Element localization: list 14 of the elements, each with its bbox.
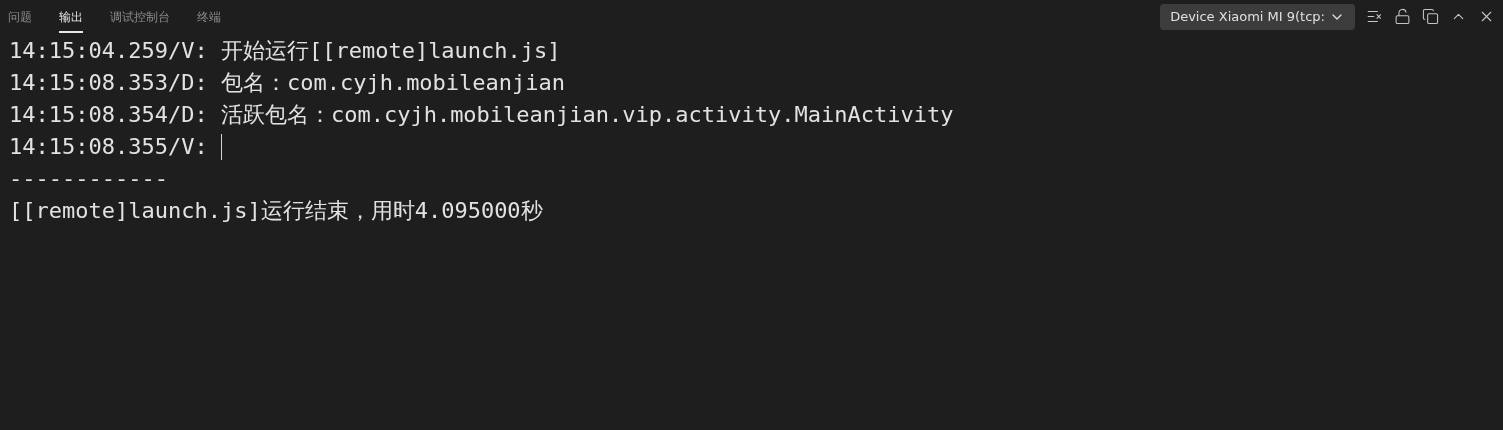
copy-icon[interactable] (1422, 8, 1439, 25)
log-line: 14:15:08.355/V: (9, 133, 209, 161)
log-line: 14:15:08.353/D: 包名：com.cyjh.mobileanjian (9, 69, 566, 97)
device-select[interactable]: Device Xiaomi MI 9(tcp: (1160, 3, 1355, 30)
panel-tab[interactable]: 终端 (197, 0, 221, 33)
unlock-icon[interactable] (1394, 8, 1411, 25)
log-line: 14:15:08.354/D: 活跃包名：com.cyjh.mobileanjian.vip.activity.MainActivity (9, 101, 954, 129)
clear-output-icon[interactable] (1366, 8, 1383, 25)
log-line: ------------ (9, 165, 168, 193)
panel-tab[interactable]: 调试控制台 (110, 0, 170, 33)
panel-tab[interactable]: 问题 (8, 0, 32, 33)
panel-tab[interactable]: 输出 (59, 0, 83, 33)
log-line: 14:15:04.259/V: 开始运行[[remote]launch.js] (9, 37, 561, 65)
log-line: [[remote]launch.js]运行结束，用时4.095000秒 (9, 197, 543, 225)
